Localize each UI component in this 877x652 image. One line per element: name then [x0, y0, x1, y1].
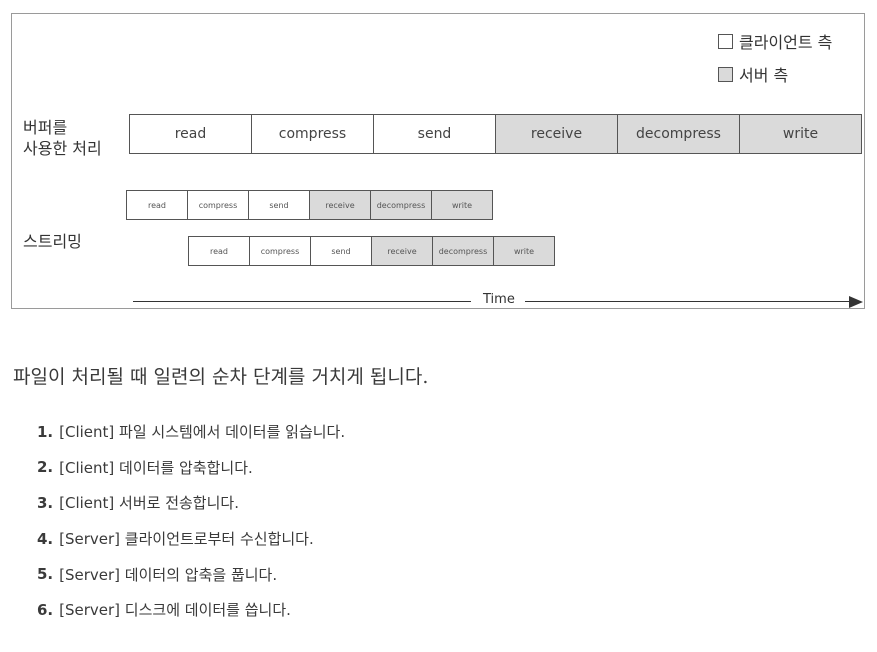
step-box-write: write [493, 236, 555, 266]
step-box-send: send [310, 236, 372, 266]
list-item: 5. [Server] 데이터의 압축을 풉니다. [37, 556, 345, 592]
list-item-text: [Server] 클라이언트로부터 수신합니다. [59, 530, 314, 549]
list-item-number: 2. [37, 458, 54, 477]
buffered-label: 버퍼를 사용한 처리 [23, 117, 102, 159]
list-item-text: [Server] 디스크에 데이터를 씁니다. [59, 601, 291, 620]
streaming-label: 스트리밍 [23, 232, 82, 251]
list-item: 4. [Server] 클라이언트로부터 수신합니다. [37, 521, 345, 557]
legend-client-swatch [718, 33, 733, 49]
step-box-write: write [431, 190, 493, 220]
list-item-text: [Client] 서버로 전송합니다. [59, 494, 239, 513]
step-box-compress: compress [251, 114, 374, 154]
timing-diagram: 클라이언트 측 서버 측 버퍼를 사용한 처리 read compress send… [11, 13, 865, 309]
step-box-receive: receive [309, 190, 371, 220]
list-item: 3. [Client] 서버로 전송합니다. [37, 485, 345, 521]
streaming-track-2: read compress send receive decompress write [188, 236, 555, 266]
buffered-label-line2: 사용한 처리 [23, 139, 102, 158]
list-item-text: [Client] 데이터를 압축합니다. [59, 458, 253, 477]
step-box-compress: compress [187, 190, 249, 220]
step-box-decompress: decompress [370, 190, 432, 220]
time-axis-line-right [525, 301, 850, 302]
intro-text: 파일이 처리될 때 일련의 순차 단계를 거치게 됩니다. [13, 366, 429, 388]
step-box-read: read [129, 114, 252, 154]
step-box-write: write [739, 114, 862, 154]
list-item-number: 4. [37, 529, 54, 548]
step-box-receive: receive [371, 236, 433, 266]
step-box-decompress: decompress [432, 236, 494, 266]
step-box-receive: receive [495, 114, 618, 154]
step-box-decompress: decompress [617, 114, 740, 154]
list-item: 1. [Client] 파일 시스템에서 데이터를 읽습니다. [37, 414, 345, 450]
list-item-number: 6. [37, 600, 54, 619]
list-item-number: 5. [37, 565, 54, 584]
list-item: 6. [Server] 디스크에 데이터를 씁니다. [37, 592, 345, 628]
legend-server-swatch [718, 66, 733, 82]
step-box-read: read [126, 190, 188, 220]
legend-server: 서버 측 [718, 62, 788, 86]
legend-client: 클라이언트 측 [718, 29, 832, 53]
list-item-text: [Client] 파일 시스템에서 데이터를 읽습니다. [59, 423, 346, 442]
buffered-track: read compress send receive decompress write [129, 114, 862, 154]
step-box-read: read [188, 236, 250, 266]
time-axis: Time [133, 292, 863, 312]
list-item-number: 3. [37, 493, 54, 512]
buffered-label-line1: 버퍼를 [23, 118, 68, 137]
step-box-send: send [248, 190, 310, 220]
step-box-send: send [373, 114, 496, 154]
steps-list: 1. [Client] 파일 시스템에서 데이터를 읽습니다. 2. [Client]… [37, 414, 345, 628]
list-item: 2. [Client] 데이터를 압축합니다. [37, 450, 345, 486]
streaming-track-1: read compress send receive decompress write [126, 190, 493, 220]
time-axis-label: Time [483, 292, 515, 307]
list-item-text: [Server] 데이터의 압축을 풉니다. [59, 565, 278, 584]
step-box-compress: compress [249, 236, 311, 266]
time-arrow-icon [849, 296, 863, 308]
legend-server-label: 서버 측 [739, 66, 789, 85]
legend-client-label: 클라이언트 측 [739, 33, 833, 52]
time-axis-line-left [133, 301, 471, 302]
list-item-number: 1. [37, 422, 54, 441]
